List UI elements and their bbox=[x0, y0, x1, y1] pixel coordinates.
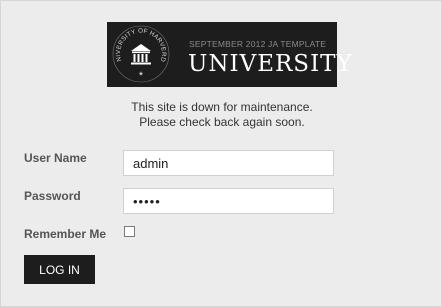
notice-line-1: This site is down for maintenance. bbox=[131, 100, 313, 114]
password-label: Password bbox=[24, 189, 81, 203]
notice-line-2: Please check back again soon. bbox=[139, 115, 305, 129]
maintenance-page: UNIVERSITY OF HARVERDE ★ SEPTEMBER 2012 … bbox=[0, 0, 442, 307]
login-button[interactable]: LOG IN bbox=[24, 255, 95, 284]
logo-subtitle: SEPTEMBER 2012 JA TEMPLATE bbox=[189, 39, 327, 49]
password-input[interactable] bbox=[123, 188, 334, 214]
remember-me-label: Remember Me bbox=[24, 227, 107, 241]
logo-title: UNIVERSITY bbox=[188, 51, 353, 77]
maintenance-notice: This site is down for maintenance. Pleas… bbox=[1, 100, 442, 130]
username-label: User Name bbox=[24, 151, 87, 165]
username-input[interactable] bbox=[123, 150, 334, 176]
university-seal-icon: UNIVERSITY OF HARVERDE ★ bbox=[111, 24, 170, 83]
university-logo: UNIVERSITY OF HARVERDE ★ SEPTEMBER 2012 … bbox=[107, 22, 352, 87]
svg-text:★: ★ bbox=[138, 71, 143, 78]
remember-me-checkbox[interactable] bbox=[124, 226, 135, 237]
